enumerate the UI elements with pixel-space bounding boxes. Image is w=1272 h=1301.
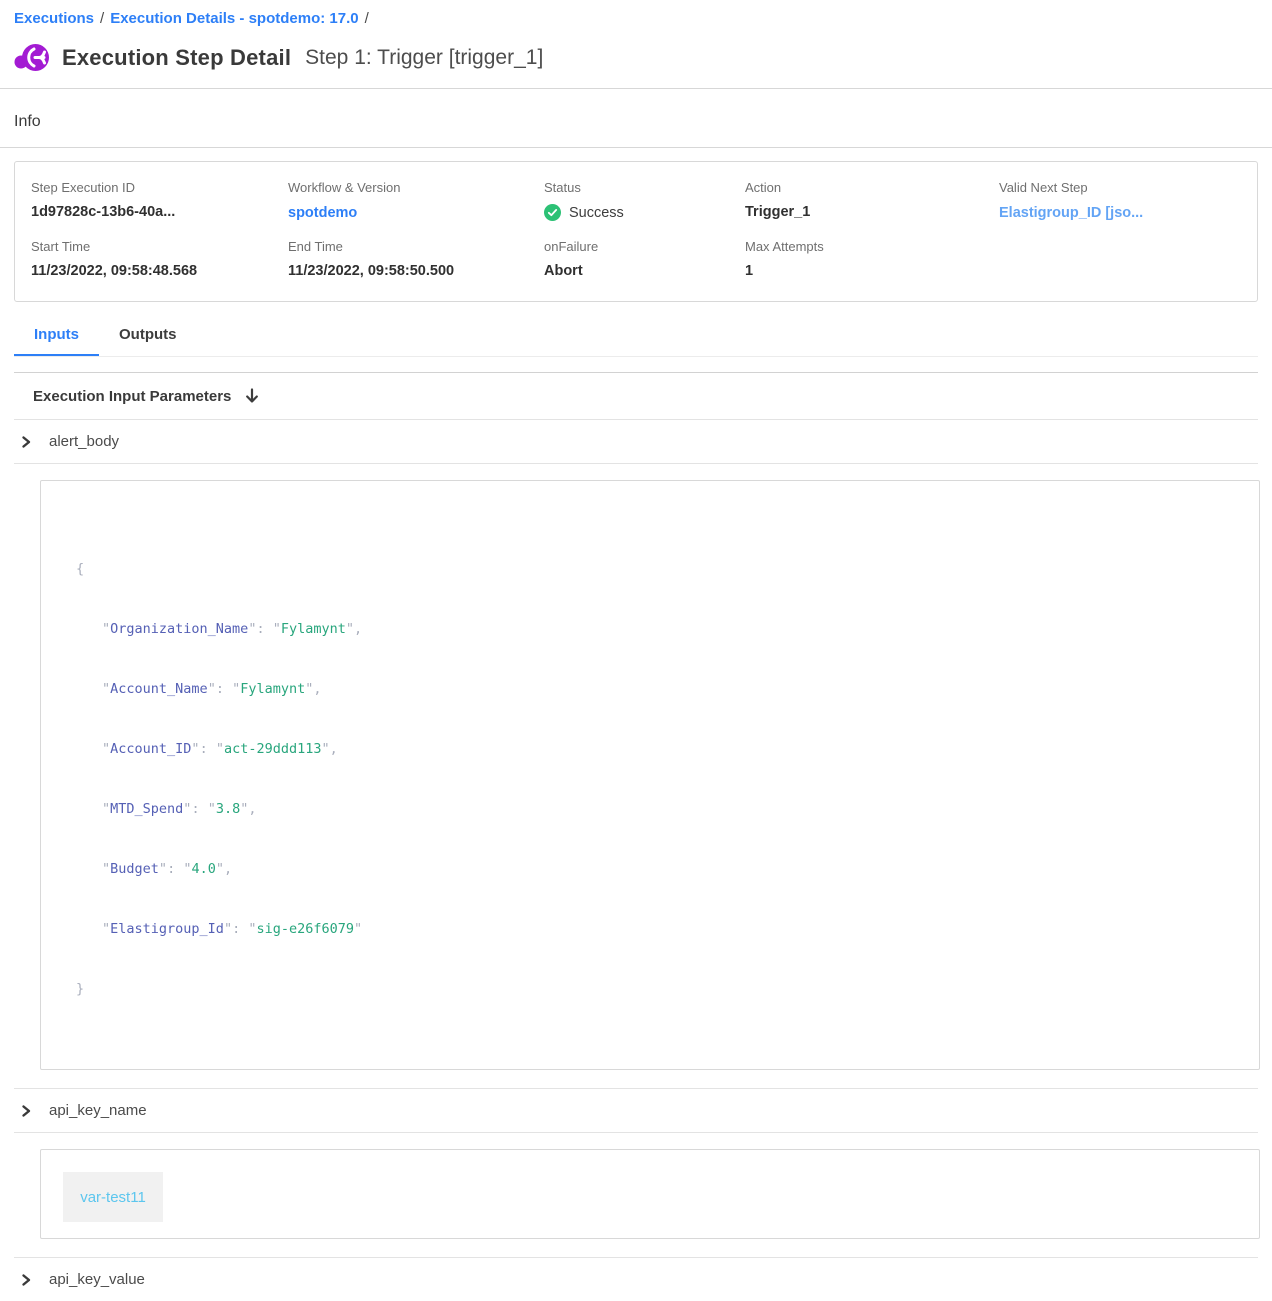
info-field-onfailure: onFailure Abort [544,239,745,279]
tab-bar: Inputs Outputs [14,317,1258,357]
fylamynt-logo-icon [14,41,50,75]
chevron-right-icon[interactable] [20,1273,32,1287]
code-line: "Account_Name": "Fylamynt", [76,679,1239,699]
breadcrumb-link-executions[interactable]: Executions [14,10,94,27]
info-section-heading: Info [14,113,1258,131]
field-value: 11/23/2022, 09:58:50.500 [288,263,544,279]
success-check-icon [544,204,561,221]
tab-outputs[interactable]: Outputs [99,317,197,356]
info-field-empty [999,239,1241,279]
field-label: Workflow & Version [288,180,544,195]
field-label: Step Execution ID [31,180,288,195]
field-value: 11/23/2022, 09:58:48.568 [31,263,288,279]
info-field-status: Status Success [544,180,745,222]
info-field-workflow-version: Workflow & Version spotdemo [288,180,544,222]
chevron-right-icon[interactable] [20,435,32,449]
field-label: Action [745,180,999,195]
info-field-max-attempts: Max Attempts 1 [745,239,999,279]
code-line: "Elastigroup_Id": "sig-e26f6079" [76,919,1239,939]
chip-label: var-test11 [80,1189,146,1206]
info-field-end-time: End Time 11/23/2022, 09:58:50.500 [288,239,544,279]
param-row-alert-body[interactable]: alert_body [14,420,1258,463]
code-line: "Organization_Name": "Fylamynt", [76,619,1239,639]
code-line: "Account_ID": "act-29ddd113", [76,739,1239,759]
field-value: 1d97828c-13b6-40a... [31,204,288,220]
field-label: Start Time [31,239,288,254]
code-line: "MTD_Spend": "3.8", [76,799,1239,819]
param-name: api_key_name [49,1102,147,1119]
info-card: Step Execution ID 1d97828c-13b6-40a... W… [14,161,1258,302]
param-name: alert_body [49,433,119,450]
breadcrumb-separator: / [94,10,110,27]
param-name: api_key_value [49,1271,145,1288]
status-badge: Success [569,205,624,221]
field-value: Trigger_1 [745,204,999,220]
param-row-api-key-name[interactable]: api_key_name [14,1089,1258,1132]
params-header-label: Execution Input Parameters [33,388,231,405]
field-label: Valid Next Step [999,180,1241,195]
divider [14,463,1258,464]
divider [0,88,1272,89]
alert-body-code-block: { "Organization_Name": "Fylamynt", "Acco… [40,480,1260,1070]
info-field-start-time: Start Time 11/23/2022, 09:58:48.568 [31,239,288,279]
tab-inputs[interactable]: Inputs [14,317,99,356]
chevron-right-icon[interactable] [20,1104,32,1118]
field-label: End Time [288,239,544,254]
field-value: 1 [745,263,999,279]
code-line: { [76,559,1239,579]
info-field-valid-next-step: Valid Next Step Elastigroup_ID [jso... [999,180,1241,222]
next-step-link[interactable]: Elastigroup_ID [jso... [999,205,1143,221]
field-label: Status [544,180,745,195]
field-value: Abort [544,263,745,279]
title-bar: Execution Step Detail Step 1: Trigger [t… [14,41,1258,75]
workflow-link[interactable]: spotdemo [288,205,357,221]
page-subtitle: Step 1: Trigger [trigger_1] [305,46,543,70]
breadcrumb: Executions/Execution Details - spotdemo:… [14,0,1258,27]
field-label: onFailure [544,239,745,254]
divider [14,1132,1258,1133]
api-key-name-value-box: var-test11 [40,1149,1260,1239]
execution-input-parameters-header: Execution Input Parameters [14,373,1258,419]
api-key-name-chip: var-test11 [63,1172,163,1222]
code-line: "Budget": "4.0", [76,859,1239,879]
divider [0,147,1272,148]
breadcrumb-separator: / [359,10,375,27]
code-line: } [76,979,1239,999]
field-label: Max Attempts [745,239,999,254]
info-field-step-execution-id: Step Execution ID 1d97828c-13b6-40a... [31,180,288,222]
breadcrumb-link-execution-details[interactable]: Execution Details - spotdemo: 17.0 [110,10,358,27]
page-title: Execution Step Detail [62,45,291,71]
param-row-api-key-value[interactable]: api_key_value [14,1258,1258,1301]
info-field-action: Action Trigger_1 [745,180,999,222]
down-arrow-icon[interactable] [245,388,259,404]
